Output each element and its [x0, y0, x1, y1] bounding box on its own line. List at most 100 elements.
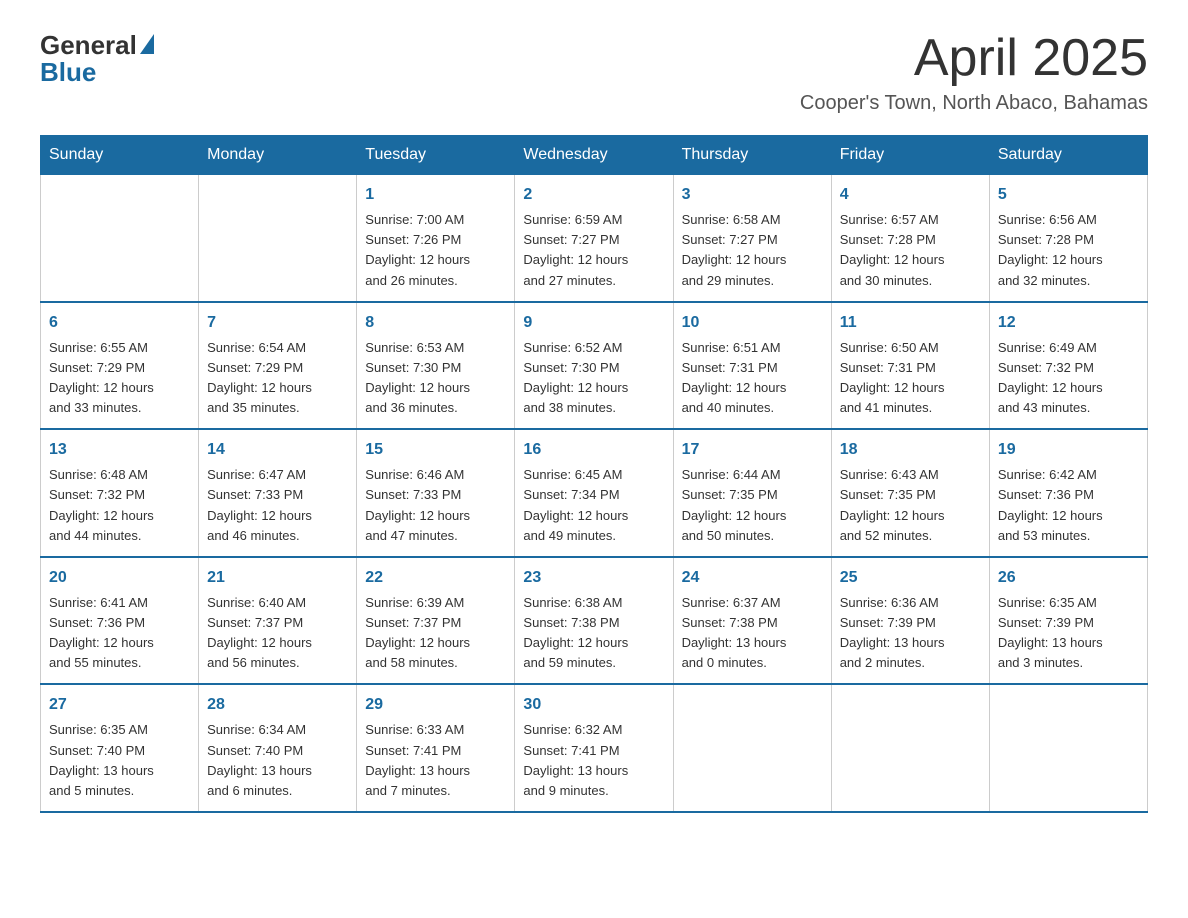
- calendar-cell: 25 Sunrise: 6:36 AM Sunset: 7:39 PM Dayli…: [831, 557, 989, 685]
- day-of-week-header: Sunday: [41, 136, 199, 175]
- day-number: 21: [207, 566, 348, 590]
- day-number: 20: [49, 566, 190, 590]
- week-row: 1 Sunrise: 7:00 AM Sunset: 7:26 PM Daylig…: [41, 175, 1148, 302]
- day-number: 18: [840, 438, 981, 462]
- day-info: Sunrise: 6:47 AM Sunset: 7:33 PM Dayligh…: [207, 465, 348, 546]
- calendar-table: SundayMondayTuesdayWednesdayThursdayFrid…: [40, 135, 1148, 813]
- calendar-cell: 23 Sunrise: 6:38 AM Sunset: 7:38 PM Dayli…: [515, 557, 673, 685]
- header-row: SundayMondayTuesdayWednesdayThursdayFrid…: [41, 136, 1148, 175]
- day-of-week-header: Monday: [199, 136, 357, 175]
- calendar-cell: 7 Sunrise: 6:54 AM Sunset: 7:29 PM Daylig…: [199, 302, 357, 430]
- day-info: Sunrise: 6:59 AM Sunset: 7:27 PM Dayligh…: [523, 210, 664, 291]
- day-number: 16: [523, 438, 664, 462]
- day-number: 9: [523, 311, 664, 335]
- day-info: Sunrise: 6:35 AM Sunset: 7:39 PM Dayligh…: [998, 593, 1139, 674]
- day-number: 2: [523, 183, 664, 207]
- day-number: 4: [840, 183, 981, 207]
- day-number: 23: [523, 566, 664, 590]
- day-info: Sunrise: 6:43 AM Sunset: 7:35 PM Dayligh…: [840, 465, 981, 546]
- day-info: Sunrise: 6:48 AM Sunset: 7:32 PM Dayligh…: [49, 465, 190, 546]
- day-info: Sunrise: 6:34 AM Sunset: 7:40 PM Dayligh…: [207, 720, 348, 801]
- day-info: Sunrise: 6:45 AM Sunset: 7:34 PM Dayligh…: [523, 465, 664, 546]
- day-info: Sunrise: 6:54 AM Sunset: 7:29 PM Dayligh…: [207, 338, 348, 419]
- calendar-cell: 11 Sunrise: 6:50 AM Sunset: 7:31 PM Dayli…: [831, 302, 989, 430]
- page-header: General Blue April 2025 Cooper's Town, N…: [40, 30, 1148, 115]
- calendar-cell: 29Sunrise: 6:33 AM Sunset: 7:41 PM Dayli…: [357, 684, 515, 812]
- calendar-cell: 12 Sunrise: 6:49 AM Sunset: 7:32 PM Dayli…: [989, 302, 1147, 430]
- day-info: Sunrise: 6:51 AM Sunset: 7:31 PM Dayligh…: [682, 338, 823, 419]
- calendar-cell: [989, 684, 1147, 812]
- day-info: Sunrise: 6:50 AM Sunset: 7:31 PM Dayligh…: [840, 338, 981, 419]
- day-number: 28: [207, 693, 348, 717]
- calendar-cell: 1 Sunrise: 7:00 AM Sunset: 7:26 PM Daylig…: [357, 175, 515, 302]
- calendar-cell: 27Sunrise: 6:35 AM Sunset: 7:40 PM Dayli…: [41, 684, 199, 812]
- day-number: 13: [49, 438, 190, 462]
- day-info: Sunrise: 6:52 AM Sunset: 7:30 PM Dayligh…: [523, 338, 664, 419]
- day-info: Sunrise: 6:33 AM Sunset: 7:41 PM Dayligh…: [365, 720, 506, 801]
- calendar-cell: [41, 175, 199, 302]
- logo: General Blue: [40, 30, 154, 88]
- day-number: 7: [207, 311, 348, 335]
- calendar-cell: [199, 175, 357, 302]
- day-info: Sunrise: 6:41 AM Sunset: 7:36 PM Dayligh…: [49, 593, 190, 674]
- calendar-cell: 15Sunrise: 6:46 AM Sunset: 7:33 PM Dayli…: [357, 429, 515, 557]
- day-of-week-header: Friday: [831, 136, 989, 175]
- day-info: Sunrise: 6:40 AM Sunset: 7:37 PM Dayligh…: [207, 593, 348, 674]
- week-row: 27Sunrise: 6:35 AM Sunset: 7:40 PM Dayli…: [41, 684, 1148, 812]
- calendar-cell: 30 Sunrise: 6:32 AM Sunset: 7:41 PM Dayli…: [515, 684, 673, 812]
- day-number: 22: [365, 566, 506, 590]
- calendar-cell: 8 Sunrise: 6:53 AM Sunset: 7:30 PM Daylig…: [357, 302, 515, 430]
- calendar-cell: 17 Sunrise: 6:44 AM Sunset: 7:35 PM Dayli…: [673, 429, 831, 557]
- calendar-cell: 13 Sunrise: 6:48 AM Sunset: 7:32 PM Dayli…: [41, 429, 199, 557]
- day-info: Sunrise: 6:36 AM Sunset: 7:39 PM Dayligh…: [840, 593, 981, 674]
- day-number: 11: [840, 311, 981, 335]
- month-title: April 2025: [800, 30, 1148, 87]
- day-info: Sunrise: 6:39 AM Sunset: 7:37 PM Dayligh…: [365, 593, 506, 674]
- week-row: 13 Sunrise: 6:48 AM Sunset: 7:32 PM Dayli…: [41, 429, 1148, 557]
- day-info: Sunrise: 6:53 AM Sunset: 7:30 PM Dayligh…: [365, 338, 506, 419]
- calendar-cell: 16 Sunrise: 6:45 AM Sunset: 7:34 PM Dayli…: [515, 429, 673, 557]
- calendar-cell: 19 Sunrise: 6:42 AM Sunset: 7:36 PM Dayli…: [989, 429, 1147, 557]
- day-info: Sunrise: 6:32 AM Sunset: 7:41 PM Dayligh…: [523, 720, 664, 801]
- day-info: Sunrise: 6:38 AM Sunset: 7:38 PM Dayligh…: [523, 593, 664, 674]
- calendar-cell: 18 Sunrise: 6:43 AM Sunset: 7:35 PM Dayli…: [831, 429, 989, 557]
- location-title: Cooper's Town, North Abaco, Bahamas: [800, 92, 1148, 115]
- calendar-cell: 20 Sunrise: 6:41 AM Sunset: 7:36 PM Dayli…: [41, 557, 199, 685]
- calendar-cell: 28 Sunrise: 6:34 AM Sunset: 7:40 PM Dayli…: [199, 684, 357, 812]
- calendar-cell: 26 Sunrise: 6:35 AM Sunset: 7:39 PM Dayli…: [989, 557, 1147, 685]
- day-number: 5: [998, 183, 1139, 207]
- day-info: Sunrise: 6:44 AM Sunset: 7:35 PM Dayligh…: [682, 465, 823, 546]
- day-number: 15: [365, 438, 506, 462]
- day-info: Sunrise: 6:49 AM Sunset: 7:32 PM Dayligh…: [998, 338, 1139, 419]
- calendar-cell: 10 Sunrise: 6:51 AM Sunset: 7:31 PM Dayli…: [673, 302, 831, 430]
- day-number: 26: [998, 566, 1139, 590]
- day-number: 1: [365, 183, 506, 207]
- calendar-cell: [673, 684, 831, 812]
- day-number: 25: [840, 566, 981, 590]
- day-number: 24: [682, 566, 823, 590]
- day-info: Sunrise: 7:00 AM Sunset: 7:26 PM Dayligh…: [365, 210, 506, 291]
- day-number: 10: [682, 311, 823, 335]
- day-number: 19: [998, 438, 1139, 462]
- day-number: 8: [365, 311, 506, 335]
- day-info: Sunrise: 6:56 AM Sunset: 7:28 PM Dayligh…: [998, 210, 1139, 291]
- calendar-cell: 9 Sunrise: 6:52 AM Sunset: 7:30 PM Daylig…: [515, 302, 673, 430]
- week-row: 6Sunrise: 6:55 AM Sunset: 7:29 PM Daylig…: [41, 302, 1148, 430]
- logo-triangle-icon: [140, 34, 154, 54]
- calendar-cell: 6Sunrise: 6:55 AM Sunset: 7:29 PM Daylig…: [41, 302, 199, 430]
- calendar-cell: 21 Sunrise: 6:40 AM Sunset: 7:37 PM Dayli…: [199, 557, 357, 685]
- week-row: 20 Sunrise: 6:41 AM Sunset: 7:36 PM Dayli…: [41, 557, 1148, 685]
- calendar-cell: [831, 684, 989, 812]
- day-number: 14: [207, 438, 348, 462]
- day-number: 3: [682, 183, 823, 207]
- day-number: 30: [523, 693, 664, 717]
- day-number: 27: [49, 693, 190, 717]
- day-number: 12: [998, 311, 1139, 335]
- day-info: Sunrise: 6:58 AM Sunset: 7:27 PM Dayligh…: [682, 210, 823, 291]
- day-number: 6: [49, 311, 190, 335]
- day-info: Sunrise: 6:42 AM Sunset: 7:36 PM Dayligh…: [998, 465, 1139, 546]
- calendar-cell: 22 Sunrise: 6:39 AM Sunset: 7:37 PM Dayli…: [357, 557, 515, 685]
- day-number: 17: [682, 438, 823, 462]
- day-of-week-header: Saturday: [989, 136, 1147, 175]
- logo-blue-text: Blue: [40, 57, 96, 88]
